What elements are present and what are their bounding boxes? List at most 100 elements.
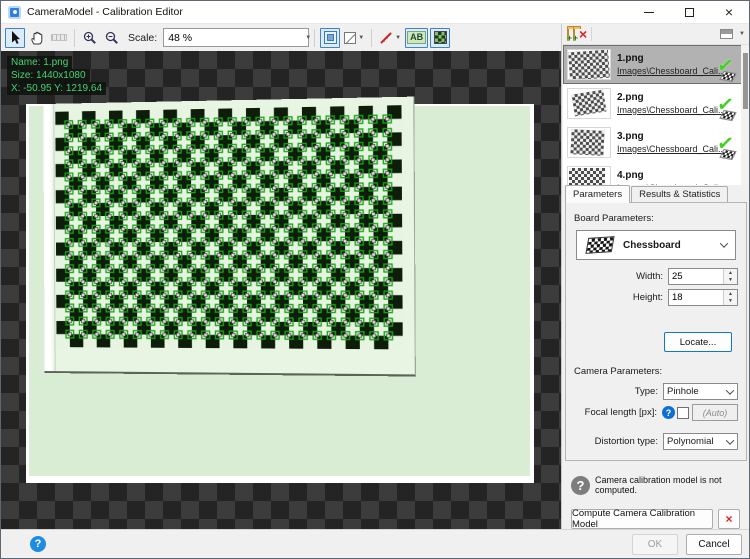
- close-icon: ×: [725, 5, 733, 19]
- list-scrollbar[interactable]: [741, 45, 749, 185]
- thumbnail-3: [567, 127, 611, 158]
- height-down-button[interactable]: ▼: [724, 298, 737, 306]
- image-name: 2.png: [617, 92, 726, 103]
- list-item-4[interactable]: 4.png Images\Chessboard_Cali...: [563, 162, 749, 185]
- compute-model-button[interactable]: Compute Camera Calibration Model: [571, 509, 713, 529]
- chevron-down-icon: [720, 239, 728, 247]
- status-bar: ? OK Cancel: [1, 529, 749, 558]
- checkerboard-overlay-icon: [434, 31, 447, 44]
- thumbnail-4: [567, 166, 611, 185]
- discard-model-button[interactable]: ×: [718, 509, 740, 529]
- maximize-button[interactable]: [669, 1, 709, 23]
- focal-length-checkbox[interactable]: [677, 407, 689, 419]
- image-path-link[interactable]: Images\Chessboard_Cali...: [617, 105, 726, 115]
- ruler-tool-button[interactable]: [49, 28, 69, 48]
- pixel-view-button[interactable]: ▼: [342, 28, 366, 48]
- calibration-editor-window: CameraModel - Calibration Editor ×: [0, 0, 750, 559]
- focal-length-label: Focal length [px]:: [574, 407, 662, 418]
- grid-overlay-toggle-button[interactable]: [430, 28, 450, 48]
- remove-image-button[interactable]: ×: [579, 27, 587, 42]
- add-directory-button[interactable]: +: [573, 29, 575, 40]
- focal-help-icon[interactable]: ?: [662, 406, 675, 419]
- image-path-link[interactable]: Images\Chessboard_Cali...: [617, 183, 726, 185]
- viewer-toolbar: Scale: ▼ ▼ ▼ AB: [1, 24, 561, 51]
- list-item-3[interactable]: 3.png Images\Chessboard_Cali... ✓: [563, 123, 749, 162]
- camera-type-combobox[interactable]: Pinhole: [663, 383, 738, 400]
- model-status-message: Camera calibration model is not computed…: [595, 475, 745, 495]
- image-list-toolbar: + + × ▼: [563, 24, 749, 44]
- tab-parameters[interactable]: Parameters: [565, 185, 630, 203]
- pan-tool-button[interactable]: [27, 28, 47, 48]
- chevron-down-icon: ▼: [305, 35, 311, 41]
- width-stepper[interactable]: ▲▼: [668, 268, 738, 285]
- image-path-link[interactable]: Images\Chessboard_Cali...: [617, 66, 726, 76]
- select-tool-button[interactable]: [5, 28, 25, 48]
- camera-parameters-label: Camera Parameters:: [574, 366, 738, 377]
- chevron-down-icon: ▼: [395, 35, 401, 41]
- toolbar-separator: [74, 29, 75, 47]
- list-item-2[interactable]: 2.png Images\Chessboard_Cali... ✓: [563, 84, 749, 123]
- locate-button[interactable]: Locate...: [664, 332, 732, 352]
- view-mode-button[interactable]: [720, 29, 733, 39]
- chevron-down-icon: [726, 436, 734, 444]
- image-name: 1.png: [617, 53, 726, 64]
- board-type-combobox[interactable]: Chessboard: [576, 230, 736, 260]
- thumbnail-1: [567, 49, 611, 80]
- zoom-in-button[interactable]: [80, 28, 100, 48]
- chevron-down-icon: ▼: [358, 35, 364, 41]
- fit-image-button[interactable]: [320, 28, 340, 48]
- measure-line-icon: [379, 31, 393, 45]
- image-path-link[interactable]: Images\Chessboard_Cali...: [617, 144, 726, 154]
- width-up-button[interactable]: ▲: [724, 269, 737, 277]
- width-label: Width:: [574, 271, 668, 282]
- overlay-coords: X: -50.95 Y: 1219.64: [7, 82, 106, 95]
- toolbar-separator: [314, 29, 315, 47]
- measure-tool-button[interactable]: ▼: [377, 28, 403, 48]
- chessboard-paper: [43, 97, 416, 377]
- height-up-button[interactable]: ▲: [724, 290, 737, 298]
- right-panel: + + × ▼ 1.png Images\Chessboard_Cali... …: [563, 24, 749, 529]
- app-icon: [8, 6, 21, 19]
- ruler-icon: [51, 34, 67, 41]
- image-info-overlay: Name: 1.png Size: 1440x1080 X: -50.95 Y:…: [7, 56, 106, 95]
- scale-combobox[interactable]: ▼: [163, 28, 309, 47]
- image-viewport[interactable]: Name: 1.png Size: 1440x1080 X: -50.95 Y:…: [1, 51, 561, 529]
- help-button[interactable]: ?: [30, 536, 46, 552]
- list-item-1[interactable]: 1.png Images\Chessboard_Cali... ✓: [563, 45, 749, 84]
- zoom-out-icon: [105, 31, 119, 45]
- labels-toggle-button[interactable]: AB: [405, 28, 428, 48]
- no-fill-icon: [344, 32, 356, 44]
- thumbnail-2: [567, 88, 611, 119]
- distortion-type-value: Polynomial: [664, 436, 723, 447]
- overlay-size: Size: 1440x1080: [7, 69, 90, 82]
- height-label: Height:: [574, 292, 668, 303]
- ok-button[interactable]: OK: [632, 534, 678, 555]
- distortion-type-combobox[interactable]: Polynomial: [663, 433, 738, 450]
- distortion-type-label: Distortion type:: [574, 436, 663, 447]
- scale-label: Scale:: [128, 32, 157, 44]
- toolbar-separator: [591, 27, 592, 41]
- width-down-button[interactable]: ▼: [724, 277, 737, 285]
- cancel-button[interactable]: Cancel: [686, 534, 742, 555]
- fit-image-icon: [324, 31, 337, 44]
- minimize-button[interactable]: [629, 1, 669, 23]
- scale-input[interactable]: [164, 32, 303, 44]
- scale-dropdown-arrow[interactable]: ▼: [303, 29, 311, 46]
- list-scrollbar-thumb[interactable]: [743, 53, 748, 109]
- camera-type-value: Pinhole: [664, 386, 723, 397]
- board-parameters-label: Board Parameters:: [574, 213, 738, 224]
- window-title: CameraModel - Calibration Editor: [27, 6, 183, 18]
- located-status-icon: ✓: [717, 62, 739, 82]
- zoom-out-button[interactable]: [102, 28, 122, 48]
- zoom-in-icon: [83, 31, 97, 45]
- chevron-down-icon[interactable]: ▼: [739, 31, 745, 37]
- width-input[interactable]: [669, 269, 723, 284]
- chessboard-flag-icon: [585, 236, 614, 254]
- height-input[interactable]: [669, 290, 723, 305]
- parameters-tab-page: Board Parameters: Chessboard Width: ▲▼ H…: [565, 202, 747, 461]
- add-image-button[interactable]: +: [567, 29, 569, 40]
- height-stepper[interactable]: ▲▼: [668, 289, 738, 306]
- tab-results-statistics[interactable]: Results & Statistics: [631, 186, 728, 203]
- hand-icon: [30, 31, 44, 45]
- close-button[interactable]: ×: [709, 1, 749, 23]
